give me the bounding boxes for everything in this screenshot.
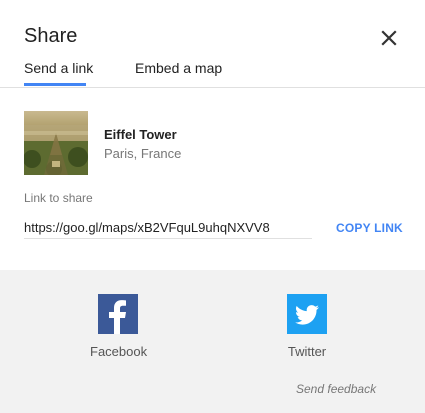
tab-embed-map[interactable]: Embed a map [135, 60, 222, 76]
facebook-label: Facebook [90, 344, 148, 359]
twitter-share-button[interactable]: Twitter [283, 294, 331, 359]
dialog-title: Share [24, 25, 78, 47]
place-name: Eiffel Tower [104, 127, 177, 142]
send-feedback-link[interactable]: Send feedback [296, 382, 376, 396]
tab-send-link[interactable]: Send a link [24, 60, 93, 76]
facebook-icon [98, 294, 138, 334]
link-label: Link to share [24, 191, 93, 205]
tab-bar: Send a link Embed a map [0, 52, 425, 88]
share-dialog: Share Send a link Embed a map Eiffel Tow… [0, 0, 425, 413]
active-tab-indicator [24, 83, 86, 86]
twitter-icon [287, 294, 327, 334]
social-share-panel: Facebook Twitter Send feedback [0, 270, 425, 413]
copy-link-button[interactable]: COPY LINK [336, 221, 403, 235]
place-thumbnail [24, 111, 88, 175]
twitter-label: Twitter [287, 344, 327, 359]
place-location: Paris, France [104, 146, 182, 161]
facebook-share-button[interactable]: Facebook [90, 294, 148, 359]
close-icon[interactable] [378, 27, 400, 49]
share-link-field[interactable] [24, 216, 312, 239]
